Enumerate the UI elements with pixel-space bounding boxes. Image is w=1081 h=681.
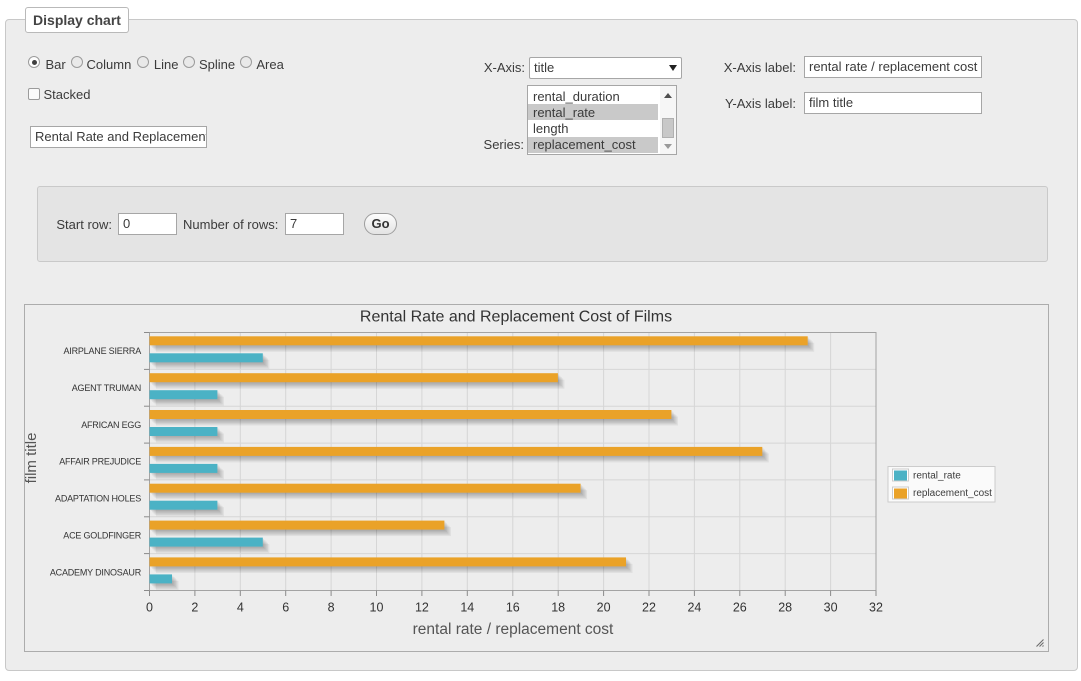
svg-text:22: 22 xyxy=(642,601,656,615)
svg-text:30: 30 xyxy=(824,601,838,615)
svg-text:AFFAIR PREJUDICE: AFFAIR PREJUDICE xyxy=(59,457,141,467)
svg-text:26: 26 xyxy=(733,601,747,615)
svg-text:4: 4 xyxy=(237,601,244,615)
svg-text:Rental Rate and Replacement Co: Rental Rate and Replacement Cost of Film… xyxy=(360,309,672,326)
svg-text:film title: film title xyxy=(25,433,40,484)
svg-text:replacement_cost: replacement_cost xyxy=(913,488,992,499)
svg-text:rental rate / replacement cost: rental rate / replacement cost xyxy=(413,621,614,638)
svg-text:12: 12 xyxy=(415,601,429,615)
svg-text:32: 32 xyxy=(869,601,883,615)
svg-text:20: 20 xyxy=(597,601,611,615)
svg-text:0: 0 xyxy=(146,601,153,615)
svg-text:10: 10 xyxy=(370,601,384,615)
svg-text:AIRPLANE SIERRA: AIRPLANE SIERRA xyxy=(63,346,141,356)
svg-text:18: 18 xyxy=(551,601,565,615)
svg-text:6: 6 xyxy=(282,601,289,615)
svg-text:24: 24 xyxy=(687,601,701,615)
svg-text:rental_rate: rental_rate xyxy=(913,471,961,482)
svg-text:28: 28 xyxy=(778,601,792,615)
svg-text:ACADEMY DINOSAUR: ACADEMY DINOSAUR xyxy=(50,567,142,577)
svg-text:AGENT TRUMAN: AGENT TRUMAN xyxy=(72,383,141,393)
svg-text:ADAPTATION HOLES: ADAPTATION HOLES xyxy=(55,494,141,504)
svg-text:8: 8 xyxy=(328,601,335,615)
svg-text:16: 16 xyxy=(506,601,520,615)
svg-text:ACE GOLDFINGER: ACE GOLDFINGER xyxy=(63,530,141,540)
svg-text:14: 14 xyxy=(460,601,474,615)
svg-text:AFRICAN EGG: AFRICAN EGG xyxy=(81,420,141,430)
svg-text:2: 2 xyxy=(191,601,198,615)
